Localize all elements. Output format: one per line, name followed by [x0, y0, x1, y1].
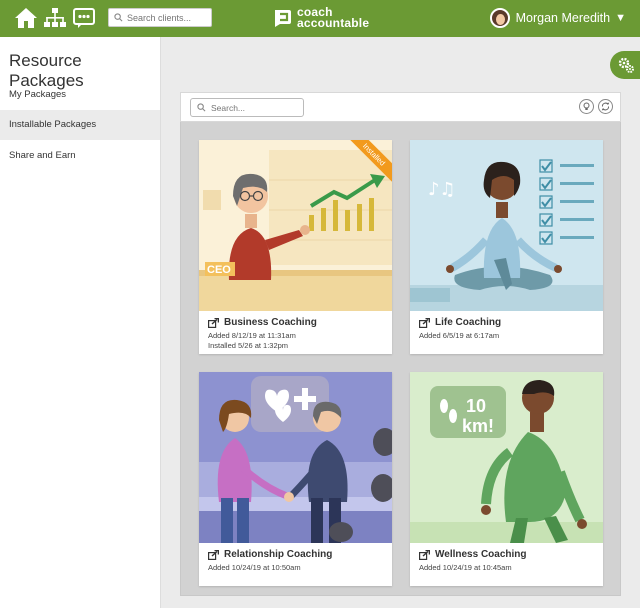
sidebar-item-my-packages[interactable]: My Packages [0, 80, 160, 110]
share-icon [419, 549, 430, 560]
chevron-down-icon: ▼ [615, 12, 626, 24]
distance-value: 10 [466, 396, 486, 416]
sidebar-item-installable-packages[interactable]: Installable Packages [0, 110, 160, 140]
search-icon [197, 103, 206, 112]
client-search-input[interactable] [127, 10, 209, 25]
refresh-icon[interactable] [598, 99, 613, 114]
package-title[interactable]: Wellness Coaching [435, 549, 527, 560]
package-search-input[interactable] [211, 101, 299, 115]
user-name: Morgan Meredith [515, 11, 611, 25]
distance-unit: km! [462, 416, 494, 436]
package-title[interactable]: Relationship Coaching [224, 549, 332, 560]
package-card-relationship-coaching[interactable]: Relationship Coaching Added 10/24/19 at … [199, 372, 392, 586]
org-chart-icon[interactable] [43, 6, 67, 30]
package-title[interactable]: Business Coaching [224, 317, 317, 328]
user-menu[interactable]: Morgan Meredith ▼ [489, 6, 626, 30]
packages-grid: CEO Installed Business Coaching Added 8/… [180, 122, 621, 596]
sidebar: Resource Packages My Packages Installabl… [0, 37, 161, 608]
logo-line2: accountable [297, 16, 370, 30]
ceo-label: CEO [207, 264, 231, 276]
wellness-coaching-illustration: 10 km! [410, 372, 603, 543]
package-added-date: Added 8/12/19 at 11:31am [208, 331, 296, 340]
life-coaching-illustration: ♪♫ [410, 140, 603, 311]
business-coaching-illustration: CEO Installed [199, 140, 392, 311]
messages-icon[interactable] [72, 6, 96, 30]
share-icon [208, 317, 219, 328]
home-icon[interactable] [14, 6, 38, 30]
package-installed-date: Installed 5/26 at 1:32pm [208, 341, 289, 350]
packages-toolbar [180, 92, 621, 122]
package-card-wellness-coaching[interactable]: 10 km! Wellness Coaching Added 10/24/19 [410, 372, 603, 586]
logo-icon [275, 10, 291, 27]
package-added-date: Added 6/5/19 at 6:17am [419, 331, 500, 340]
package-search[interactable] [190, 98, 304, 117]
coach-accountable-logo[interactable]: coach accountable [272, 6, 370, 30]
package-title[interactable]: Life Coaching [435, 317, 501, 328]
package-added-date: Added 10/24/19 at 10:50am [208, 563, 301, 572]
package-added-date: Added 10/24/19 at 10:45am [419, 563, 512, 572]
package-card-life-coaching[interactable]: ♪♫ Life Coaching Added 6/5/19 at 6:17am [410, 140, 603, 354]
share-icon [419, 317, 430, 328]
client-search[interactable] [108, 8, 212, 27]
gears-icon [618, 57, 634, 73]
avatar [489, 8, 510, 28]
svg-text:♪♫: ♪♫ [428, 179, 456, 200]
sidebar-item-share-and-earn[interactable]: Share and Earn [0, 141, 160, 171]
relationship-coaching-illustration [199, 372, 392, 543]
lightbulb-icon[interactable] [579, 99, 594, 114]
top-bar: coachaccountable Morgan Meredith ▼ [0, 0, 640, 37]
share-icon [208, 549, 219, 560]
package-card-business-coaching[interactable]: CEO Installed Business Coaching Added 8/… [199, 140, 392, 354]
settings-button[interactable] [610, 51, 640, 79]
search-icon [114, 13, 123, 22]
